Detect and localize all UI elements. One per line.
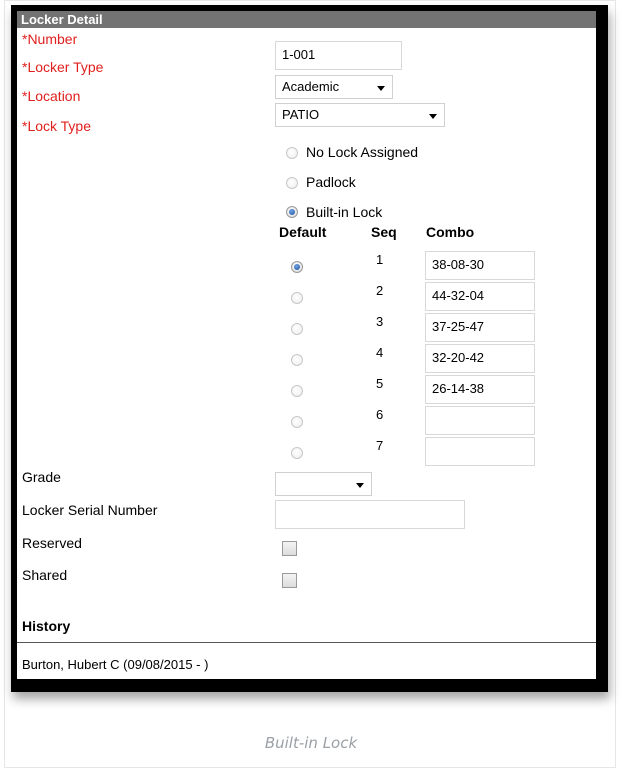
locker-type-value: Academic (282, 79, 340, 94)
combo-input-7[interactable] (425, 437, 535, 466)
default-radio-4[interactable] (291, 354, 303, 366)
history-divider (17, 642, 596, 643)
locker-detail-panel: Locker Detail *Number 1-001 *Locker Type… (17, 11, 596, 679)
lock-type-label: *Lock Type (22, 118, 92, 134)
seq-value: 7 (376, 438, 384, 453)
default-radio-5[interactable] (291, 385, 303, 397)
lock-type-option-label: Built-in Lock (306, 204, 383, 220)
grade-label: Grade (22, 469, 61, 485)
default-radio-3[interactable] (291, 323, 303, 335)
location-select[interactable]: PATIO (275, 103, 445, 127)
lock-type-option-label: No Lock Assigned (306, 144, 419, 160)
lock-type-built-in-radio[interactable] (286, 206, 298, 218)
combo-input-5[interactable]: 26-14-38 (425, 375, 535, 404)
seq-column-header: Seq (371, 224, 397, 240)
shared-checkbox[interactable] (282, 573, 297, 588)
combo-input-1[interactable]: 38-08-30 (425, 251, 535, 280)
combo-column-header: Combo (426, 224, 475, 240)
history-entry[interactable]: Burton, Hubert C (09/08/2015 - ) (22, 657, 208, 672)
reserved-label: Reserved (22, 535, 82, 551)
locker-detail-window: Locker Detail *Number 1-001 *Locker Type… (11, 5, 608, 692)
chevron-down-icon (356, 483, 364, 488)
lock-type-option-label: Padlock (306, 174, 356, 190)
number-label: *Number (22, 31, 78, 47)
number-input[interactable]: 1-001 (275, 41, 402, 70)
seq-value: 5 (376, 376, 384, 391)
shared-label: Shared (22, 567, 68, 583)
locker-type-select[interactable]: Academic (275, 75, 393, 99)
lock-type-no-lock-radio[interactable] (286, 147, 298, 159)
seq-value: 6 (376, 407, 384, 422)
locker-type-label: *Locker Type (22, 59, 104, 75)
combo-input-2[interactable]: 44-32-04 (425, 282, 535, 311)
default-column-header: Default (279, 224, 327, 240)
seq-value: 1 (376, 252, 384, 267)
panel-title: Locker Detail (17, 11, 596, 28)
combo-input-6[interactable] (425, 406, 535, 435)
grade-select[interactable] (275, 472, 372, 496)
serial-number-input[interactable] (275, 500, 465, 529)
reserved-checkbox[interactable] (282, 541, 297, 556)
location-label: *Location (22, 88, 81, 104)
chevron-down-icon (429, 114, 437, 119)
location-value: PATIO (282, 107, 320, 122)
default-radio-6[interactable] (291, 416, 303, 428)
chevron-down-icon (377, 86, 385, 91)
image-caption: Built-in Lock (264, 734, 358, 752)
lock-type-padlock-radio[interactable] (286, 177, 298, 189)
default-radio-1[interactable] (291, 261, 303, 273)
combo-input-3[interactable]: 37-25-47 (425, 313, 535, 342)
serial-number-label: Locker Serial Number (22, 502, 158, 518)
seq-value: 2 (376, 283, 384, 298)
history-title: History (22, 618, 71, 634)
default-radio-2[interactable] (291, 292, 303, 304)
default-radio-7[interactable] (291, 447, 303, 459)
seq-value: 4 (376, 345, 384, 360)
seq-value: 3 (376, 314, 384, 329)
combo-input-4[interactable]: 32-20-42 (425, 344, 535, 373)
